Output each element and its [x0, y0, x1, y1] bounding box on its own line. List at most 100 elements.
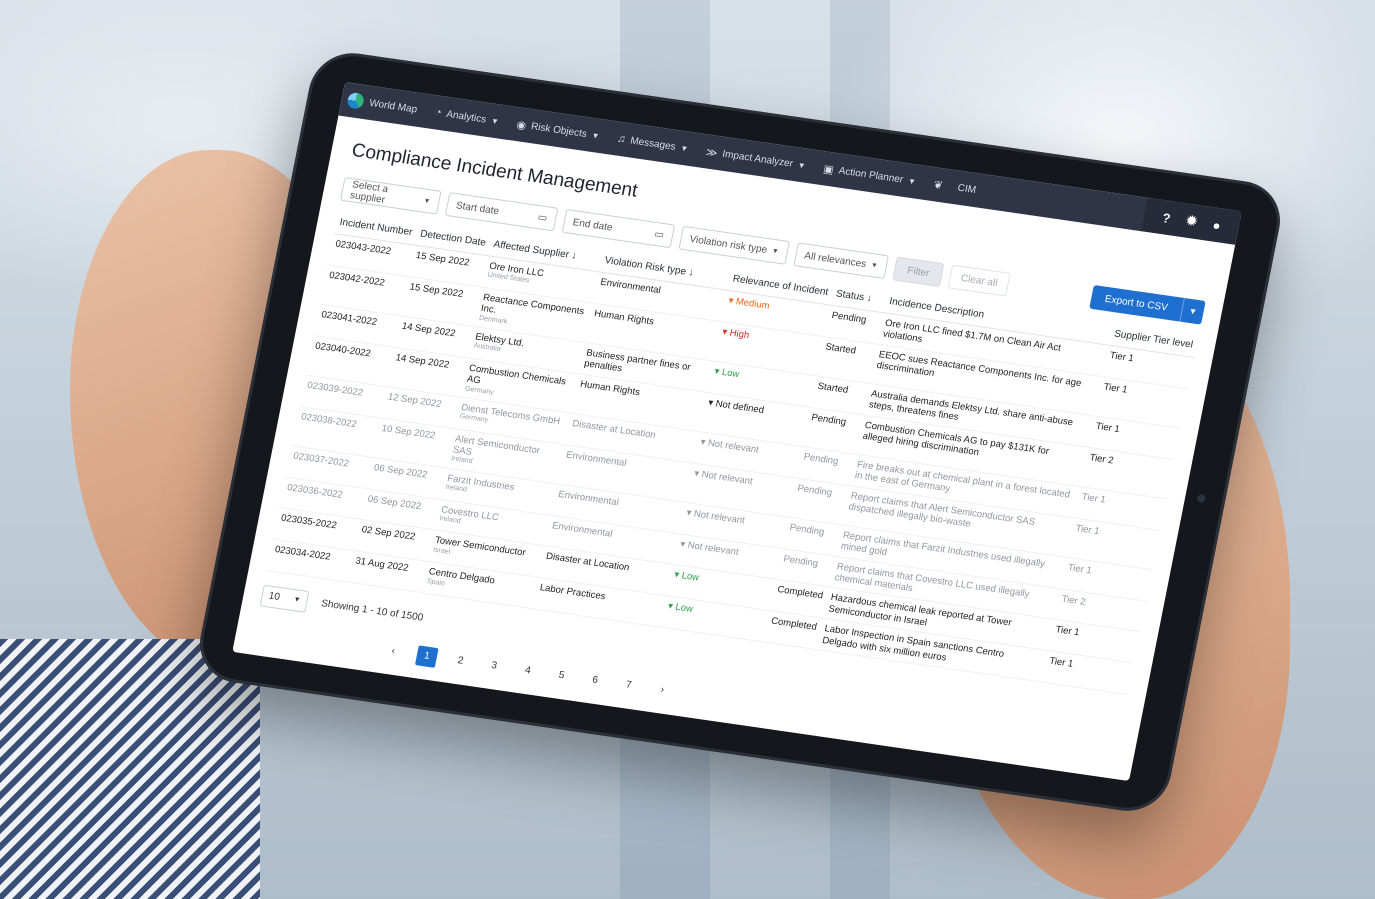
- nav-label: Messages: [629, 134, 677, 153]
- violation-type-text: Environmental: [599, 276, 662, 297]
- status-text: Pending: [788, 522, 826, 538]
- relevance-text: Not relevant: [692, 508, 746, 527]
- per-page-value: 10: [267, 591, 281, 604]
- filter-button[interactable]: Filter: [892, 256, 945, 288]
- page-7[interactable]: 7: [617, 674, 641, 696]
- incident-number-text: 023036-2022: [286, 481, 344, 501]
- relevance-text: Low: [680, 570, 700, 584]
- end-date-input[interactable]: End date ▭: [561, 208, 676, 249]
- incident-number-text: 023040-2022: [314, 340, 372, 360]
- prev-page-icon[interactable]: ‹: [381, 641, 405, 663]
- caret-down-icon: ▼: [679, 143, 690, 154]
- violation-type-text: Labor Practices: [538, 582, 607, 603]
- incident-number-text: 023042-2022: [328, 269, 386, 289]
- relevance-text: Not defined: [714, 398, 765, 416]
- relevance-text: Not relevant: [686, 539, 740, 558]
- incident-number-text: 023035-2022: [280, 512, 338, 532]
- detection-date-text: 31 Aug 2022: [354, 555, 410, 575]
- caret-down-icon: ▼: [590, 130, 601, 141]
- calendar-icon: ▭: [653, 228, 666, 241]
- showing-count: Showing 1 - 10 of 1500: [320, 598, 425, 625]
- camera-dot: [1196, 493, 1206, 503]
- start-date-input[interactable]: Start date ▭: [444, 192, 559, 232]
- tier-text: Tier 1: [1054, 624, 1081, 639]
- relevance-text: High: [728, 327, 751, 342]
- tier-text: Tier 1: [1074, 522, 1101, 537]
- start-date-placeholder: Start date: [455, 199, 501, 217]
- nav-label: Analytics: [445, 108, 488, 125]
- end-date-placeholder: End date: [571, 216, 614, 234]
- page-1[interactable]: 1: [414, 645, 439, 668]
- violation-type-text: Human Rights: [593, 307, 655, 328]
- bell-icon: ♫: [616, 132, 627, 146]
- violation-type-text: Human Rights: [579, 378, 641, 398]
- pie-chart-icon: ◔: [433, 106, 443, 120]
- status-text: Pending: [802, 451, 840, 468]
- nav-action-planner[interactable]: ▣ Action Planner ▼: [822, 162, 917, 188]
- nav-label: Risk Objects: [530, 120, 588, 140]
- violation-type-label: Violation risk type: [688, 233, 769, 256]
- help-icon[interactable]: ?: [1161, 210, 1172, 226]
- clear-all-button[interactable]: Clear all: [947, 264, 1011, 297]
- caret-down-icon: ▼: [422, 197, 432, 205]
- status-text: Pending: [782, 553, 820, 570]
- tier-text: Tier 1: [1102, 381, 1129, 396]
- tier-text: Tier 1: [1108, 350, 1135, 365]
- relevance-text: Low: [674, 601, 694, 616]
- status-text: Pending: [830, 309, 868, 326]
- col-label: Status: [834, 288, 866, 304]
- per-page-select[interactable]: 10 ▼: [259, 584, 310, 613]
- user-icon[interactable]: ●: [1211, 217, 1222, 233]
- supplier-select[interactable]: Select a supplier ▼: [339, 176, 442, 215]
- detection-date-text: 14 Sep 2022: [400, 320, 457, 340]
- page-4[interactable]: 4: [516, 660, 540, 682]
- nav-impact-analyzer[interactable]: ≫ Impact Analyzer ▼: [705, 145, 807, 172]
- page-2[interactable]: 2: [449, 650, 473, 672]
- export-label: Export to CSV: [1103, 293, 1169, 314]
- detection-date-text: 02 Sep 2022: [360, 524, 417, 544]
- status-text: Started: [816, 380, 850, 396]
- next-page-icon[interactable]: ›: [650, 679, 674, 701]
- detection-date-text: 15 Sep 2022: [408, 281, 465, 300]
- nav-risk-objects[interactable]: ◉ Risk Objects ▼: [515, 118, 600, 143]
- clipboard-icon: ▣: [822, 162, 835, 177]
- nav-label: Action Planner: [837, 165, 905, 186]
- leaf-icon: ❦: [932, 178, 944, 192]
- nav-messages[interactable]: ♫ Messages ▼: [616, 133, 689, 155]
- nav-world-map[interactable]: World Map: [368, 97, 418, 115]
- tier-text: Tier 1: [1048, 655, 1075, 670]
- tier-text: Tier 2: [1060, 593, 1087, 608]
- detection-date-text: 06 Sep 2022: [366, 493, 423, 512]
- nav-label: CIM: [956, 182, 977, 196]
- status-text: Pending: [796, 482, 834, 499]
- tier-text: Tier 1: [1094, 420, 1121, 435]
- status-text: Pending: [810, 411, 848, 428]
- chevron-down-icon[interactable]: ▾: [1179, 297, 1206, 325]
- detection-date-text: 15 Sep 2022: [414, 250, 471, 269]
- status-text: Completed: [776, 584, 824, 602]
- relevance-select[interactable]: All relevances ▼: [793, 242, 889, 280]
- impact-icon: ≫: [704, 145, 719, 160]
- export-csv-button[interactable]: Export to CSV ▾: [1088, 284, 1206, 325]
- caret-down-icon: ▼: [797, 160, 807, 171]
- status-text: Completed: [770, 615, 818, 634]
- nav-cim[interactable]: ❦ CIM: [933, 178, 978, 197]
- incident-number-text: 023041-2022: [320, 309, 378, 328]
- detection-date-text: 10 Sep 2022: [380, 422, 437, 442]
- tablet-screen: World Map ◔ Analytics ▼ ◉ Risk Objects ▼…: [232, 82, 1242, 782]
- violation-type-select[interactable]: Violation risk type ▼: [678, 225, 790, 265]
- sort-arrow-icon: ↓: [570, 250, 578, 262]
- status-text: Started: [824, 341, 857, 357]
- violation-type-text: Environmental: [551, 519, 614, 540]
- caret-down-icon: ▼: [907, 175, 917, 186]
- settings-icon[interactable]: ✹: [1185, 213, 1199, 230]
- relevance-text: Not relevant: [706, 437, 760, 456]
- page-6[interactable]: 6: [583, 670, 607, 692]
- page-5[interactable]: 5: [550, 665, 574, 687]
- relevance-label: All relevances: [803, 249, 868, 270]
- status: Completed: [763, 610, 823, 650]
- relevance-text: Medium: [734, 296, 771, 312]
- nav-analytics[interactable]: ◔ Analytics ▼: [434, 106, 500, 127]
- supplier-select-label: Select a supplier: [349, 179, 390, 206]
- page-3[interactable]: 3: [482, 655, 506, 677]
